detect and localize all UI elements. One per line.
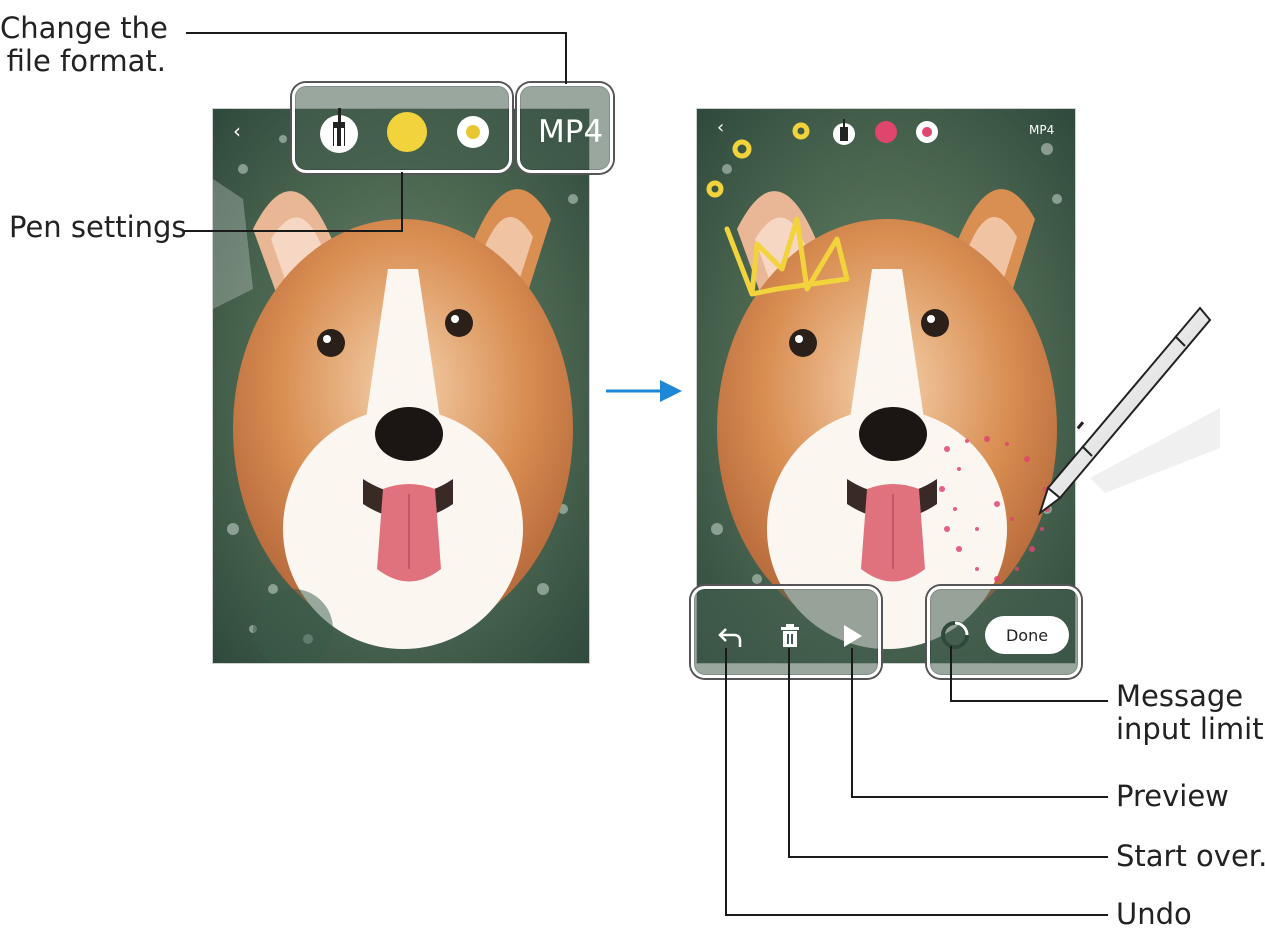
leader-undo-v — [725, 648, 727, 916]
pen-settings-toolbar[interactable] — [292, 83, 512, 173]
done-button[interactable]: Done — [985, 616, 1069, 654]
callout-file-format: Change the file format. — [0, 11, 168, 78]
callout-message-limit-line1: Message — [1116, 679, 1244, 713]
pen-size-icon[interactable] — [455, 114, 491, 150]
leader-undo-h — [725, 914, 1108, 916]
pen-icon[interactable] — [313, 104, 365, 156]
leader-file-format-v — [565, 32, 567, 84]
callout-file-format-line1: Change the — [0, 11, 168, 45]
pen-color-swatch[interactable] — [387, 112, 427, 152]
leader-pen-settings-h — [184, 230, 402, 232]
leader-preview-v — [851, 648, 853, 798]
leader-file-format-h — [186, 32, 566, 34]
callout-preview: Preview — [1116, 779, 1229, 813]
leader-pen-settings-v — [401, 172, 403, 232]
trash-icon[interactable] — [778, 622, 802, 650]
transition-arrow-icon — [606, 380, 682, 402]
progress-ring-icon — [941, 621, 969, 649]
undo-icon[interactable] — [716, 621, 746, 651]
back-icon[interactable]: ‹ — [717, 117, 724, 138]
file-format-button[interactable]: MP4 — [517, 83, 613, 173]
back-icon[interactable]: ‹ — [233, 119, 241, 143]
leader-preview-h — [851, 796, 1108, 798]
pen-icon[interactable] — [829, 117, 859, 147]
callout-message-limit: Message input limit — [1116, 680, 1264, 746]
stylus-icon — [1038, 306, 1220, 516]
pen-color-swatch[interactable] — [875, 121, 897, 143]
leader-message-limit-v — [950, 646, 952, 702]
callout-undo: Undo — [1116, 897, 1192, 931]
callout-file-format-line2: file format. — [6, 44, 166, 78]
dog-photo-drawn — [697, 109, 1075, 663]
play-icon[interactable] — [840, 622, 864, 650]
callout-message-limit-line2: input limit — [1116, 712, 1264, 746]
callout-start-over: Start over. — [1116, 839, 1265, 873]
callout-pen-settings: Pen settings — [9, 210, 187, 244]
right-photo-screen: ‹ MP4 — [696, 108, 1076, 664]
leader-message-limit-h — [950, 700, 1108, 702]
pen-size-icon[interactable] — [915, 120, 939, 144]
format-button[interactable]: MP4 — [1029, 123, 1054, 137]
format-label: MP4 — [538, 114, 604, 150]
leader-start-over-h — [788, 856, 1108, 858]
leader-start-over-v — [788, 648, 790, 858]
